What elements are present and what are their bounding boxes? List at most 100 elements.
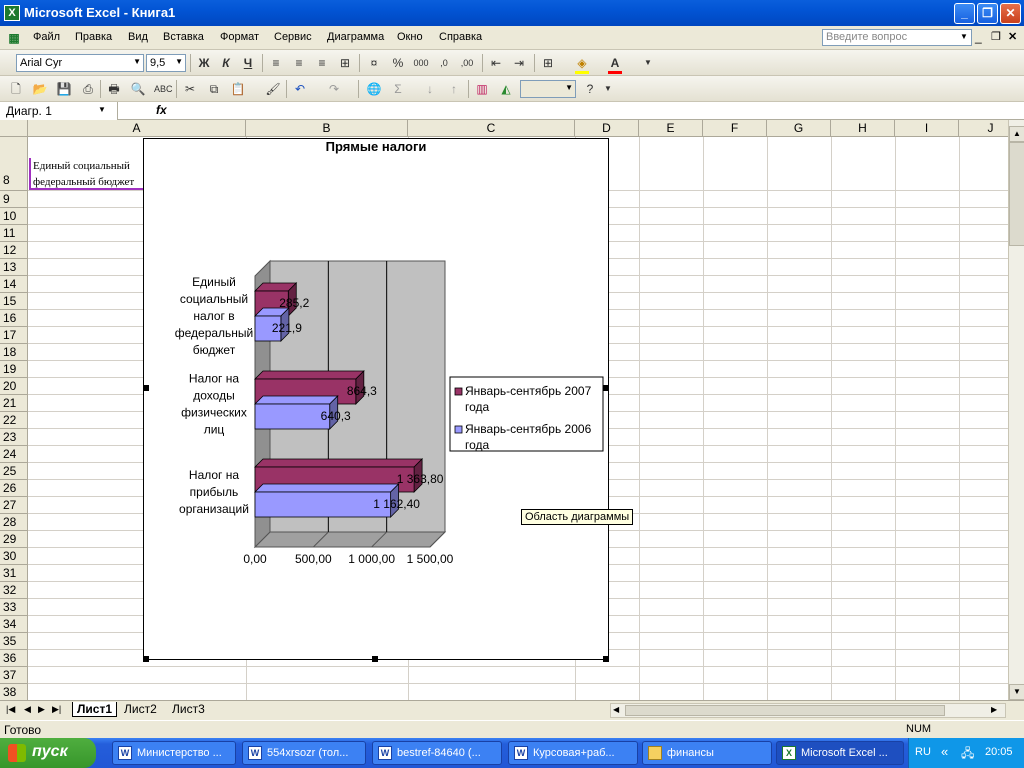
taskbar-item-4[interactable]: W Курсовая+раб... <box>508 741 638 765</box>
permission-icon[interactable]: ⎙ <box>80 81 96 97</box>
chart-area[interactable]: Прямые налоги 285,2 221,9 Единый социальный н… <box>143 138 609 660</box>
network-icon[interactable]: 🖧 <box>961 744 974 765</box>
prev-sheet-icon[interactable]: ◀ <box>24 704 31 715</box>
help-search-input[interactable]: Введите вопрос <box>822 29 972 46</box>
underline-icon[interactable]: Ч <box>240 55 256 71</box>
print-preview-icon[interactable]: 🔍 <box>130 81 146 97</box>
row-header[interactable]: 23 <box>0 429 28 446</box>
row-header[interactable]: 27 <box>0 497 28 514</box>
row-header[interactable]: 33 <box>0 599 28 616</box>
row-header[interactable]: 25 <box>0 463 28 480</box>
menu-format[interactable]: Формат <box>220 31 259 43</box>
format-painter-icon[interactable]: 🖌 <box>265 81 281 97</box>
row-header[interactable]: 34 <box>0 616 28 633</box>
row-header[interactable]: 9 <box>0 191 28 208</box>
row-header[interactable]: 13 <box>0 259 28 276</box>
column-header[interactable]: D <box>575 120 639 137</box>
new-icon[interactable]: 🗋 <box>8 81 24 97</box>
scroll-down-icon[interactable]: ▼ <box>1009 684 1024 700</box>
row-header[interactable]: 29 <box>0 531 28 548</box>
menu-insert[interactable]: Вставка <box>163 31 204 43</box>
copy-icon[interactable]: ⧉ <box>206 81 222 97</box>
row-header[interactable]: 28 <box>0 514 28 531</box>
doc-minimize-button[interactable]: _ <box>975 30 982 44</box>
menu-help[interactable]: Справка <box>439 31 482 43</box>
row-header[interactable]: 37 <box>0 667 28 684</box>
column-header[interactable]: J <box>959 120 1008 137</box>
borders-icon[interactable]: ⊞ <box>540 55 556 71</box>
taskbar-item-6[interactable]: X Microsoft Excel ... <box>776 741 904 765</box>
row-header[interactable]: 10 <box>0 208 28 225</box>
resize-handle[interactable] <box>603 656 609 662</box>
row-header[interactable]: 18 <box>0 344 28 361</box>
fx-icon[interactable]: fx <box>156 103 167 117</box>
align-right-icon[interactable]: ≡ <box>314 55 330 71</box>
currency-icon[interactable]: ¤ <box>366 55 382 71</box>
sort-descending-icon[interactable]: ↑ <box>446 81 462 97</box>
scroll-up-icon[interactable]: ▲ <box>1009 126 1024 142</box>
column-header[interactable]: A <box>28 120 246 137</box>
help-icon[interactable]: ? <box>582 81 598 97</box>
sheet-tab-2[interactable]: Лист2 <box>120 702 161 716</box>
toolbar-options-icon[interactable]: ▼ <box>600 81 616 97</box>
close-button[interactable]: ✕ <box>1000 3 1021 24</box>
sheet-tab-3[interactable]: Лист3 <box>168 702 209 716</box>
column-header[interactable]: G <box>767 120 831 137</box>
scroll-right-icon[interactable]: ▶ <box>991 705 997 714</box>
horizontal-scrollbar[interactable]: ◀ ▶ <box>610 703 1006 718</box>
italic-icon[interactable]: К <box>218 55 234 71</box>
increase-decimal-icon[interactable]: ,0 <box>436 55 452 71</box>
doc-restore-button[interactable]: ❐ <box>991 30 1001 43</box>
menu-window[interactable]: Окно <box>397 31 423 43</box>
resize-handle[interactable] <box>143 385 149 391</box>
help-dropdown-icon[interactable]: ▼ <box>960 32 968 41</box>
row-header[interactable]: 35 <box>0 633 28 650</box>
first-sheet-icon[interactable]: |◀ <box>6 704 15 715</box>
row-header[interactable]: 24 <box>0 446 28 463</box>
next-sheet-icon[interactable]: ▶ <box>38 704 45 715</box>
start-button[interactable]: пуск <box>0 738 96 768</box>
column-header[interactable]: C <box>408 120 575 137</box>
cut-icon[interactable]: ✂ <box>182 81 198 97</box>
cell-a8[interactable]: Единый социальный федеральный бюджет <box>29 158 145 190</box>
percent-icon[interactable]: % <box>390 55 406 71</box>
toolbar-options-icon[interactable]: ▼ <box>640 55 656 71</box>
redo-icon[interactable]: ↷ <box>326 81 342 97</box>
bold-icon[interactable]: Ж <box>196 55 212 71</box>
taskbar-item-1[interactable]: W Министерство ... <box>112 741 236 765</box>
resize-handle[interactable] <box>603 385 609 391</box>
open-icon[interactable]: 📂 <box>32 81 48 97</box>
align-center-icon[interactable]: ≡ <box>291 55 307 71</box>
resize-handle[interactable] <box>143 656 149 662</box>
sort-ascending-icon[interactable]: ↓ <box>422 81 438 97</box>
row-header[interactable]: 38 <box>0 684 28 700</box>
last-sheet-icon[interactable]: ▶| <box>52 704 61 715</box>
thousands-icon[interactable]: 000 <box>413 55 429 71</box>
row-header[interactable]: 8 <box>0 137 28 191</box>
row-header[interactable]: 16 <box>0 310 28 327</box>
vertical-scrollbar[interactable]: ▲ ▼ <box>1008 120 1024 700</box>
column-header[interactable]: B <box>246 120 408 137</box>
column-header[interactable]: H <box>831 120 895 137</box>
taskbar-item-3[interactable]: Wbestref-84640 (... <box>372 741 502 765</box>
menu-edit[interactable]: Правка <box>75 31 112 43</box>
row-header[interactable]: 30 <box>0 548 28 565</box>
paste-icon[interactable]: 📋 <box>230 81 246 97</box>
row-header[interactable]: 21 <box>0 395 28 412</box>
row-header[interactable]: 20 <box>0 378 28 395</box>
resize-handle[interactable] <box>372 656 378 662</box>
select-all-corner[interactable] <box>0 120 28 137</box>
menu-tools[interactable]: Сервис <box>274 31 312 43</box>
row-header[interactable]: 36 <box>0 650 28 667</box>
language-indicator[interactable]: RU <box>915 746 931 758</box>
name-box[interactable]: Диагр. 1 ▼ <box>0 102 118 120</box>
row-header[interactable]: 12 <box>0 242 28 259</box>
taskbar-item-2[interactable]: W 554xrsozr (тол... <box>242 741 366 765</box>
scroll-thumb[interactable] <box>625 705 945 716</box>
row-header[interactable]: 15 <box>0 293 28 310</box>
menu-chart[interactable]: Диаграмма <box>327 31 384 43</box>
undo-icon[interactable]: ↶ <box>292 81 308 97</box>
increase-indent-icon[interactable]: ⇥ <box>511 55 527 71</box>
chart-wizard-icon[interactable]: ▥ <box>474 81 490 97</box>
spelling-icon[interactable]: ABC <box>154 81 173 97</box>
